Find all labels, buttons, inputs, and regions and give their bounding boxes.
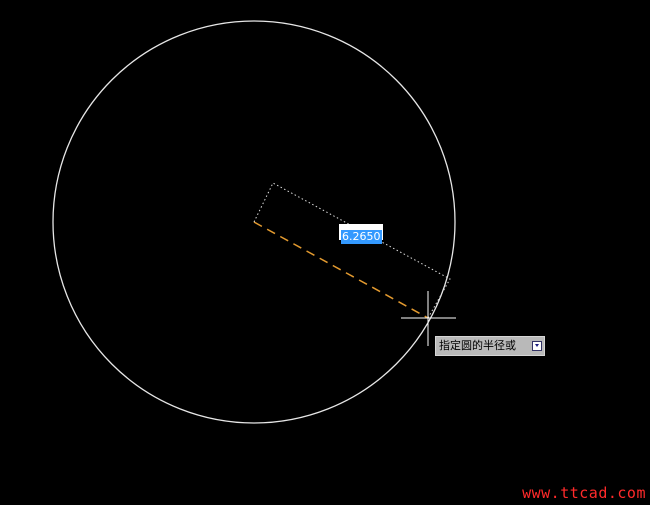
dynamic-dimension-input[interactable]: 6.2650 bbox=[339, 224, 383, 244]
dimension-outline bbox=[253, 182, 451, 319]
dimension-value: 6.2650 bbox=[341, 230, 382, 244]
prompt-text: 指定圆的半径或 bbox=[439, 339, 516, 352]
drawing-canvas[interactable]: 6.2650 指定圆的半径或 www.ttcad.com bbox=[0, 0, 650, 505]
watermark: www.ttcad.com bbox=[522, 484, 646, 502]
dynamic-input-prompt: 指定圆的半径或 bbox=[435, 336, 545, 356]
dropdown-arrow-icon[interactable] bbox=[532, 341, 542, 351]
cad-drawing bbox=[52, 20, 456, 424]
